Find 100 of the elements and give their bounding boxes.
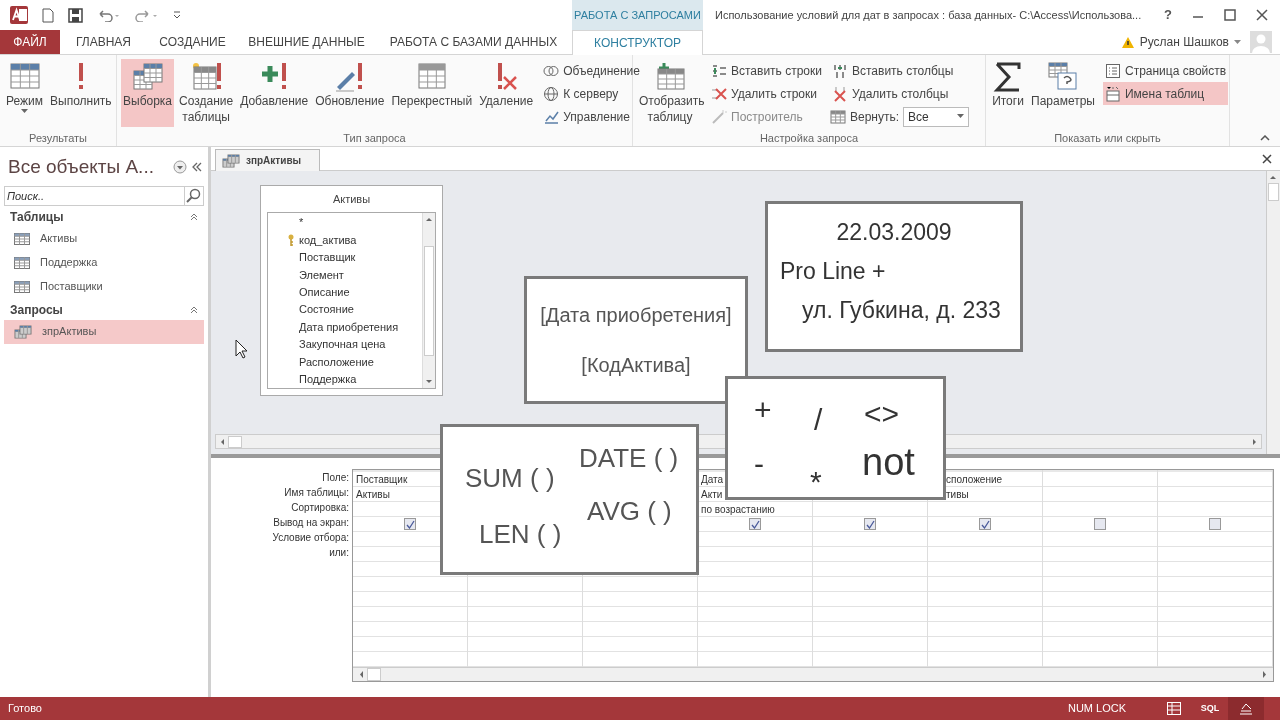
file-tab[interactable]: ФАЙЛ bbox=[0, 30, 60, 54]
nav-item[interactable]: Поставщики bbox=[4, 274, 204, 299]
grid-cell[interactable] bbox=[813, 517, 927, 532]
collapse-icon[interactable] bbox=[190, 212, 198, 221]
field-name[interactable]: Закупочная цена bbox=[299, 336, 386, 353]
field-name[interactable]: код_актива bbox=[299, 231, 357, 249]
tables-icon bbox=[131, 61, 164, 93]
sql-view-button[interactable]: SQL bbox=[1192, 697, 1228, 720]
query-icon bbox=[222, 153, 240, 168]
ribbon-button[interactable]: Имена таблиц bbox=[1102, 82, 1229, 105]
pane-title[interactable]: Все объекты А... bbox=[8, 153, 154, 182]
group-label: Тип запроса bbox=[342, 131, 407, 146]
checkbox[interactable] bbox=[864, 518, 876, 530]
scroll-thumb[interactable] bbox=[424, 245, 434, 356]
ribbon-tab[interactable]: СОЗДАНИЕ bbox=[147, 30, 238, 54]
sigma-icon bbox=[992, 61, 1024, 93]
group-header[interactable]: Запросы bbox=[10, 300, 63, 319]
redo-icon[interactable] bbox=[135, 8, 159, 22]
row-label: Поле: bbox=[322, 471, 349, 485]
ribbon-button[interactable]: Добавление bbox=[238, 59, 311, 127]
undo-icon[interactable] bbox=[97, 8, 121, 22]
field-name[interactable]: Дата приобретения bbox=[299, 318, 399, 336]
nav-item[interactable]: Активы bbox=[4, 226, 204, 251]
show-table-icon bbox=[654, 61, 686, 93]
table-icon bbox=[14, 280, 30, 293]
ribbon-tab[interactable]: ГЛАВНАЯ bbox=[60, 30, 147, 54]
close-icon[interactable] bbox=[1256, 9, 1268, 21]
ribbon-button[interactable]: Удалить строки bbox=[709, 82, 824, 105]
ribbon-button[interactable]: Выполнить bbox=[48, 59, 114, 127]
scrollbar[interactable] bbox=[1266, 171, 1280, 454]
group-header[interactable]: Таблицы bbox=[10, 207, 64, 226]
checkbox[interactable] bbox=[979, 518, 991, 530]
grid-cell[interactable] bbox=[1158, 517, 1272, 532]
dropdown-circle-icon[interactable] bbox=[173, 160, 187, 175]
ribbon-tab[interactable]: КОНСТРУКТОР bbox=[572, 30, 703, 55]
callout-text: 22.03.2009 bbox=[836, 218, 952, 247]
table-icon bbox=[14, 256, 30, 269]
return-dropdown[interactable]: Все bbox=[903, 106, 970, 127]
parameters-icon bbox=[1047, 61, 1079, 93]
status-indicator: NUM LOCK bbox=[1067, 701, 1126, 717]
collapse-ribbon-icon[interactable] bbox=[1260, 135, 1270, 141]
help-button[interactable]: ? bbox=[1164, 5, 1172, 25]
ribbon-tab[interactable]: ВНЕШНИЕ ДАННЫЕ bbox=[238, 30, 375, 54]
ribbon-button[interactable]: Создание таблицы bbox=[177, 59, 236, 127]
save-icon[interactable] bbox=[68, 7, 83, 23]
new-file-icon[interactable] bbox=[42, 7, 54, 23]
checkbox[interactable] bbox=[404, 518, 416, 530]
search-field[interactable]: Поиск.. bbox=[4, 185, 185, 206]
design-icon[interactable] bbox=[1239, 702, 1253, 715]
grid-cell[interactable] bbox=[928, 517, 1042, 532]
field-name[interactable]: Расположение bbox=[299, 353, 374, 371]
checkbox[interactable] bbox=[1209, 518, 1221, 530]
collapse-icon[interactable] bbox=[190, 305, 198, 314]
scrollbar[interactable] bbox=[422, 213, 435, 388]
scroll-thumb[interactable] bbox=[367, 668, 381, 681]
table-field-list[interactable]: Активы * код_актива Поставщик Элемент Описание Состояние Дата приобретения Закупочная цена Расположение Поддержка bbox=[260, 185, 443, 396]
group-label: Настройка запроса bbox=[758, 131, 860, 146]
collapse-pane-icon[interactable] bbox=[192, 162, 202, 173]
app-logo-icon[interactable] bbox=[10, 6, 28, 24]
delete-rows-icon bbox=[711, 85, 727, 102]
datasheet-icon[interactable] bbox=[1167, 702, 1181, 715]
ribbon-button[interactable]: Вставить столбцы bbox=[830, 59, 970, 82]
caret-icon[interactable] bbox=[957, 114, 965, 119]
grid-cell[interactable] bbox=[1043, 517, 1157, 532]
ribbon-button[interactable]: Страница свойств bbox=[1102, 59, 1229, 82]
callout-text: DATE ( ) bbox=[579, 445, 679, 471]
maximize-icon[interactable] bbox=[1224, 9, 1236, 21]
field-name[interactable]: Описание bbox=[299, 284, 350, 301]
ribbon-button[interactable]: Вставить строки bbox=[709, 59, 824, 82]
document-tab[interactable]: зпрАктивы bbox=[215, 149, 321, 171]
field-name[interactable]: Элемент bbox=[299, 266, 344, 284]
checkbox[interactable] bbox=[1094, 518, 1106, 530]
ribbon-button[interactable]: Параметры bbox=[1029, 59, 1097, 127]
ribbon-button[interactable]: Перекрестный bbox=[389, 59, 475, 127]
scroll-thumb[interactable] bbox=[228, 435, 242, 448]
scroll-thumb[interactable] bbox=[1268, 183, 1279, 201]
field-name[interactable]: Поставщик bbox=[299, 249, 356, 266]
ribbon-button[interactable]: Выборка bbox=[121, 59, 175, 127]
ribbon-button[interactable]: Объединение bbox=[541, 59, 642, 82]
ribbon-tab[interactable]: РАБОТА С БАЗАМИ ДАННЫХ bbox=[375, 30, 572, 54]
field-name[interactable]: Состояние bbox=[299, 301, 354, 318]
ribbon-button[interactable]: Обновление bbox=[313, 59, 387, 127]
ribbon-button[interactable]: Управление bbox=[541, 105, 642, 128]
close-document-icon[interactable] bbox=[1262, 154, 1272, 164]
search-icon[interactable] bbox=[185, 185, 204, 206]
nav-item[interactable]: Поддержка bbox=[4, 250, 204, 275]
ribbon-button[interactable]: Режим bbox=[4, 59, 45, 127]
globe-icon bbox=[543, 85, 560, 102]
field-name[interactable]: Поддержка bbox=[299, 371, 357, 388]
ribbon-button[interactable]: Удалить столбцы bbox=[830, 82, 970, 105]
checkbox[interactable] bbox=[749, 518, 761, 530]
callout-text: ул. Губкина, д. 233 bbox=[801, 296, 1002, 325]
nav-item[interactable]: зпрАктивы bbox=[4, 319, 204, 344]
scrollbar[interactable] bbox=[353, 667, 1273, 681]
ribbon-button[interactable]: Итоги bbox=[990, 59, 1026, 127]
ribbon-button[interactable]: Удаление bbox=[477, 59, 536, 127]
user-name[interactable]: Руслан Шашков bbox=[1139, 33, 1229, 51]
field-name[interactable]: * bbox=[299, 214, 304, 231]
caret-icon[interactable] bbox=[1234, 39, 1241, 45]
customize-caret-icon[interactable] bbox=[173, 10, 181, 20]
